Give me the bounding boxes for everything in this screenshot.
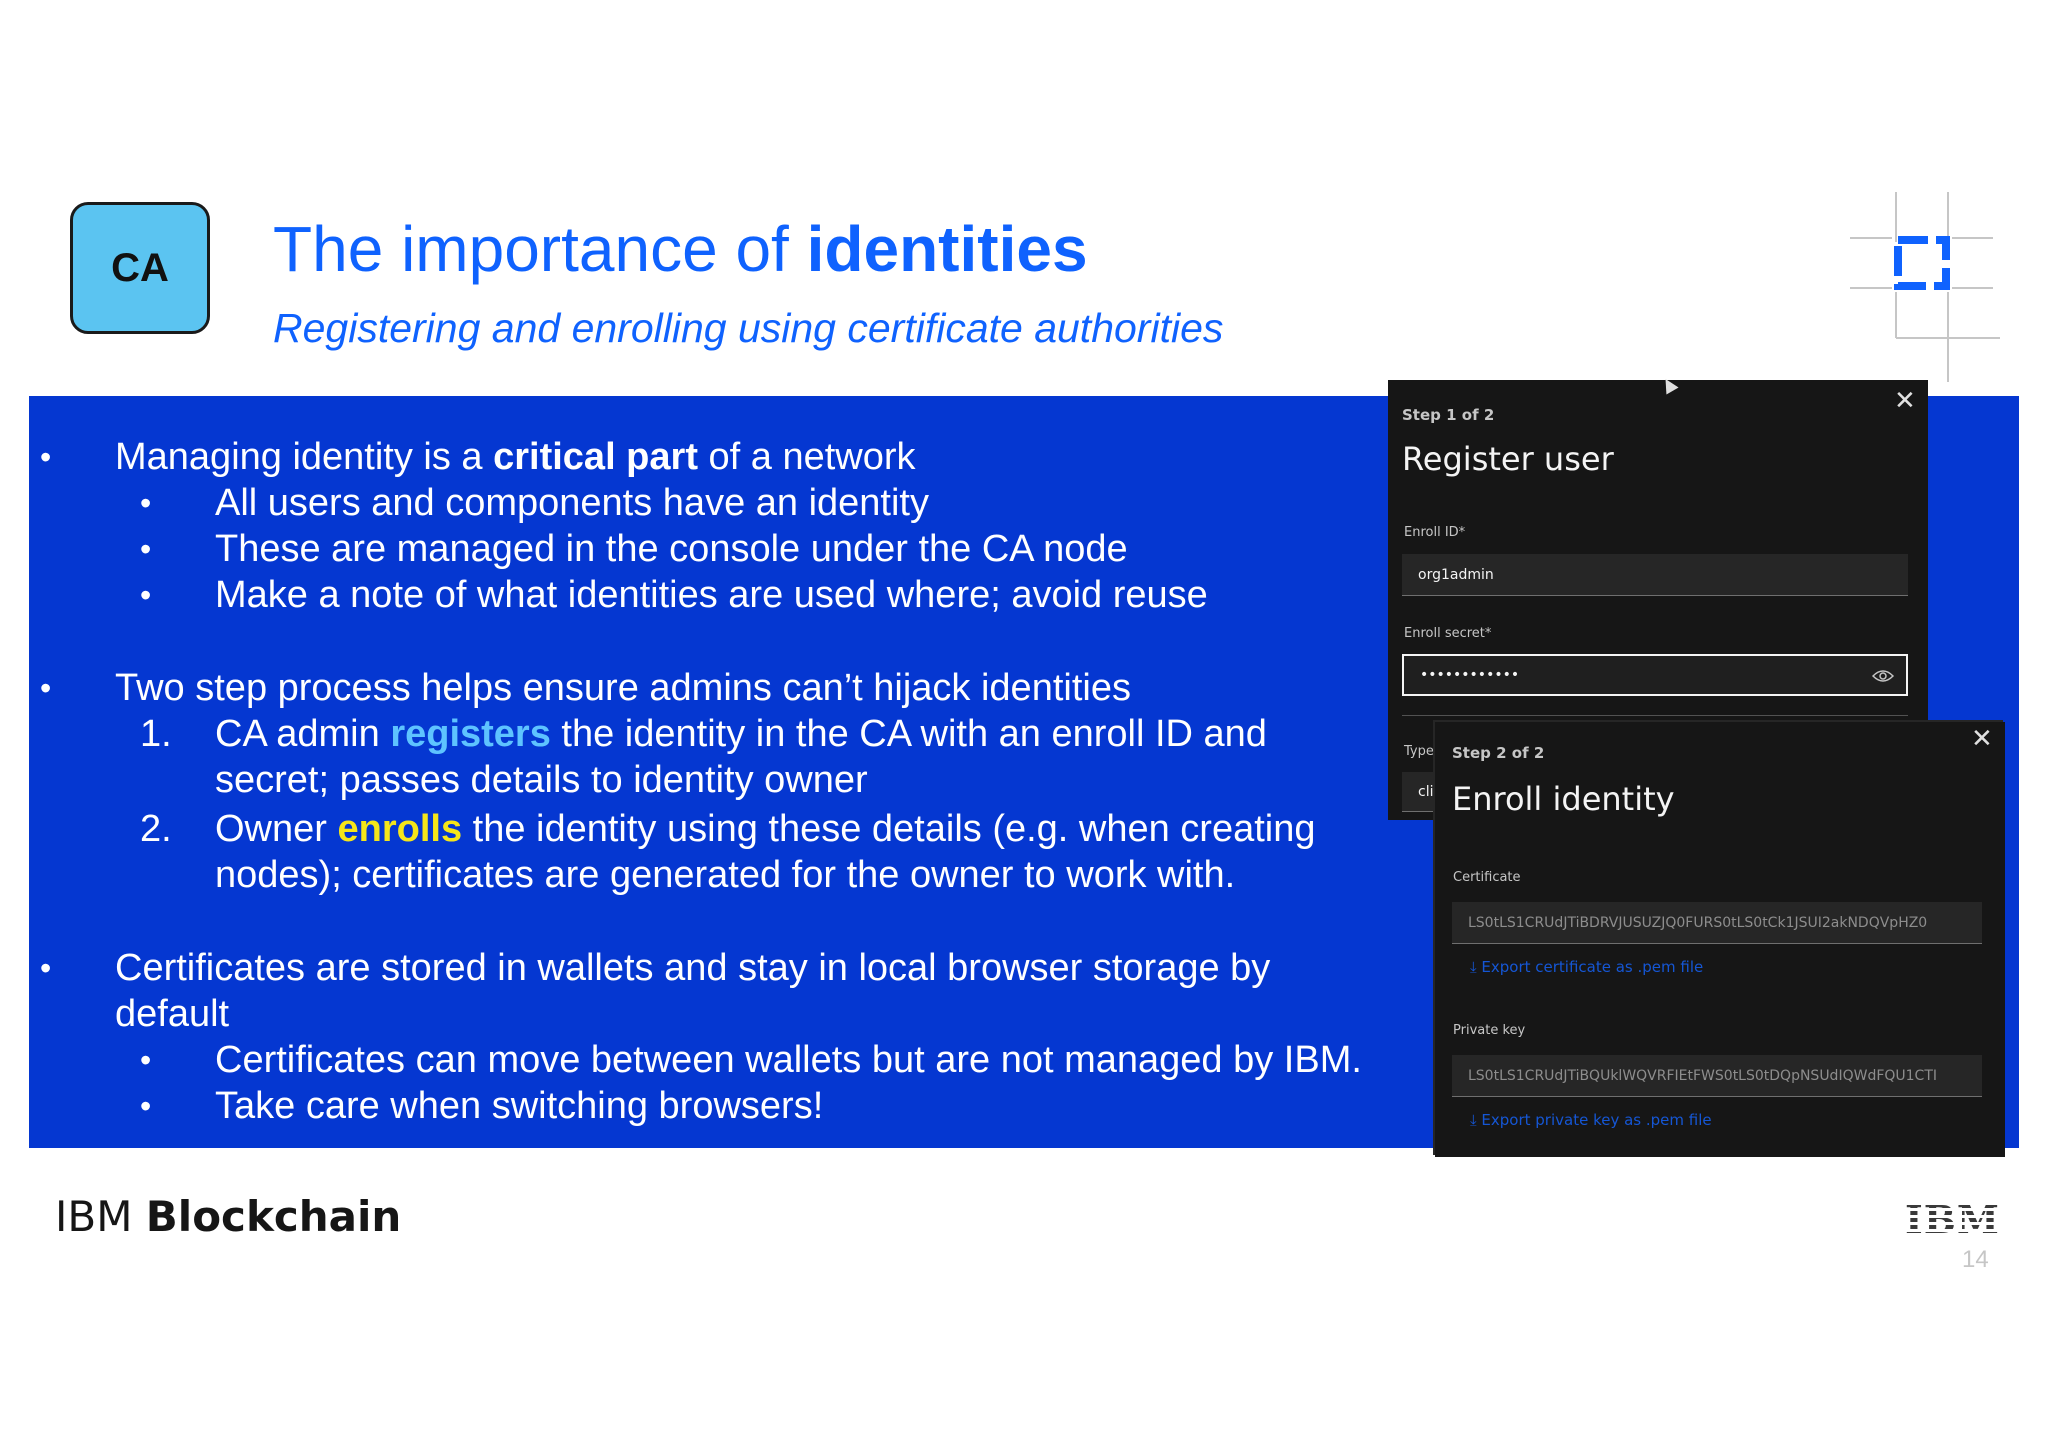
enroll-secret-label: Enroll secret* [1404,626,1492,641]
bullet-2: Two step process helps ensure admins can… [115,667,1131,709]
brand-bold: Blockchain [145,1192,402,1241]
numbered-item-1-post: the identity in the CA with an enroll ID… [550,713,1267,755]
numbered-item-1: CA admin registers the identity in the C… [215,711,1267,757]
export-private-key-link[interactable]: ⤓ Export private key as .pem file [1470,1111,1712,1129]
register-divider [1402,715,1908,716]
slide-title-plain: The importance of [273,213,807,285]
bullet-3-line-1: Certificates are stored in wallets and s… [115,947,1271,989]
sub-bullet-3-2: Take care when switching browsers! [215,1085,824,1127]
numbered-item-2-post: the identity using these details (e.g. w… [462,808,1316,850]
sub-bullet-icon: • [140,485,152,521]
bullet-icon: • [40,439,52,475]
enroll-id-label: Enroll ID* [1404,525,1466,540]
enroll-dialog-title: Enroll identity [1452,780,1675,818]
sub-bullet-icon: • [140,577,152,613]
bullet-1-pre: Managing identity is a [115,436,494,478]
enroll-step-label: Step 2 of 2 [1452,744,1545,762]
sub-bullet-3-1: Certificates can move between wallets bu… [215,1039,1362,1081]
sub-bullet-1-2: These are managed in the console under t… [215,528,1128,570]
register-step-label: Step 1 of 2 [1402,406,1495,424]
slide-title-bold: identities [806,213,1088,285]
enroll-secret-value: •••••••••••• [1420,667,1520,683]
numbered-item-2-number: 2. [140,808,172,850]
numbered-item-1-number: 1. [140,713,172,755]
register-dialog-title: Register user [1402,440,1614,478]
enrolls-highlight: enrolls [337,808,463,850]
numbered-item-2-cont: nodes); certificates are generated for t… [215,854,1236,896]
type-label: Type [1404,744,1434,759]
sub-bullet-1-1: All users and components have an identit… [215,482,929,524]
eye-icon[interactable] [1872,669,1894,683]
ibm-blockchain-brand: IBM Blockchain [55,1192,401,1241]
slide-title: The importance of identities [273,214,1088,284]
export-certificate-link[interactable]: ⤓ Export certificate as .pem file [1470,958,1703,976]
private-key-field[interactable]: LS0tLS1CRUdJTiBQUklWQVRFIEtFWS0tLS0tDQpN… [1452,1055,1982,1097]
ca-badge-label: CA [111,245,169,290]
ibm-logo: IBM [1905,1197,2000,1242]
export-private-key-label: Export private key as .pem file [1481,1111,1712,1129]
close-icon[interactable]: ✕ [1894,388,1916,414]
sub-bullet-icon: • [140,1088,152,1124]
numbered-item-2: Owner enrolls the identity using these d… [215,806,1316,852]
numbered-item-1-pre: CA admin [215,713,391,755]
export-certificate-label: Export certificate as .pem file [1481,958,1704,976]
close-icon[interactable]: ✕ [1971,726,1993,752]
download-icon: ⤓ [1470,958,1482,976]
sub-bullet-1-3: Make a note of what identities are used … [215,574,1208,616]
sub-bullet-icon: • [140,531,152,567]
enroll-id-input[interactable]: org1admin [1402,554,1908,596]
bullet-icon: • [40,950,52,986]
bullet-1: Managing identity is a critical part of … [115,434,916,480]
brand-plain: IBM [55,1192,146,1241]
certificate-field[interactable]: LS0tLS1CRUdJTiBDRVJUSUZJQ0FURS0tLS0tCk1J… [1452,902,1982,944]
download-icon: ⤓ [1470,1111,1482,1129]
bullet-3-line-2: default [115,993,230,1035]
bullet-1-post: of a network [697,436,916,478]
bullet-icon: • [40,670,52,706]
bullet-1-bold: critical part [493,436,698,478]
certificate-label: Certificate [1453,870,1521,885]
ca-badge: CA [70,202,210,334]
sub-bullet-icon: • [140,1042,152,1078]
private-key-label: Private key [1453,1023,1526,1038]
enroll-secret-input[interactable]: •••••••••••• [1402,654,1908,696]
crosshair-logo-icon [1850,192,2000,382]
numbered-item-1-cont: secret; passes details to identity owner [215,759,868,801]
enroll-identity-dialog: Step 2 of 2 ✕ Enroll identity Certificat… [1435,722,2005,1157]
page-number: 14 [1962,1246,1989,1273]
slide-subtitle: Registering and enrolling using certific… [273,305,1224,351]
numbered-item-2-pre: Owner [215,808,338,850]
registers-highlight: registers [390,713,551,755]
